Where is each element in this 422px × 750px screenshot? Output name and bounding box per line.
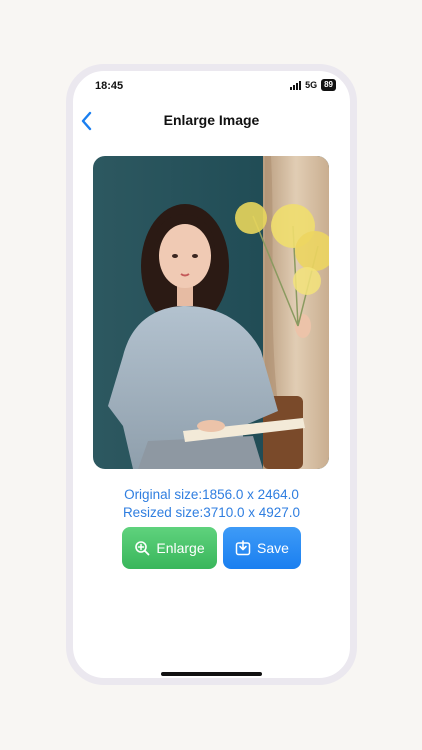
status-time: 18:45 — [95, 80, 124, 92]
battery-icon: 89 — [321, 79, 336, 91]
page-title: Enlarge Image — [163, 112, 260, 128]
status-indicators: 5G 89 — [290, 79, 336, 91]
enlarge-button[interactable]: Enlarge — [122, 527, 217, 569]
zoom-in-icon — [135, 541, 150, 556]
status-bar: 18:45 5G 89 — [73, 79, 350, 97]
network-label: 5G — [305, 80, 318, 90]
nav-bar: Enlarge Image — [73, 107, 350, 135]
phone-frame: 18:45 5G 89 Enlarge Image Original size:… — [66, 64, 357, 685]
original-size-text: Original size:1856.0 x 2464.0 — [124, 487, 299, 502]
resized-size-text: Resized size:3710.0 x 4927.0 — [122, 505, 301, 520]
photo-preview — [93, 156, 329, 469]
download-icon — [235, 540, 251, 556]
signal-icon — [290, 80, 302, 90]
save-label: Save — [257, 540, 289, 556]
home-indicator[interactable] — [161, 672, 262, 676]
enlarge-label: Enlarge — [156, 540, 205, 556]
size-info: Original size:1856.0 x 2464.0 Resized si… — [73, 486, 350, 522]
save-button[interactable]: Save — [223, 527, 301, 569]
portrait-image — [93, 156, 329, 469]
